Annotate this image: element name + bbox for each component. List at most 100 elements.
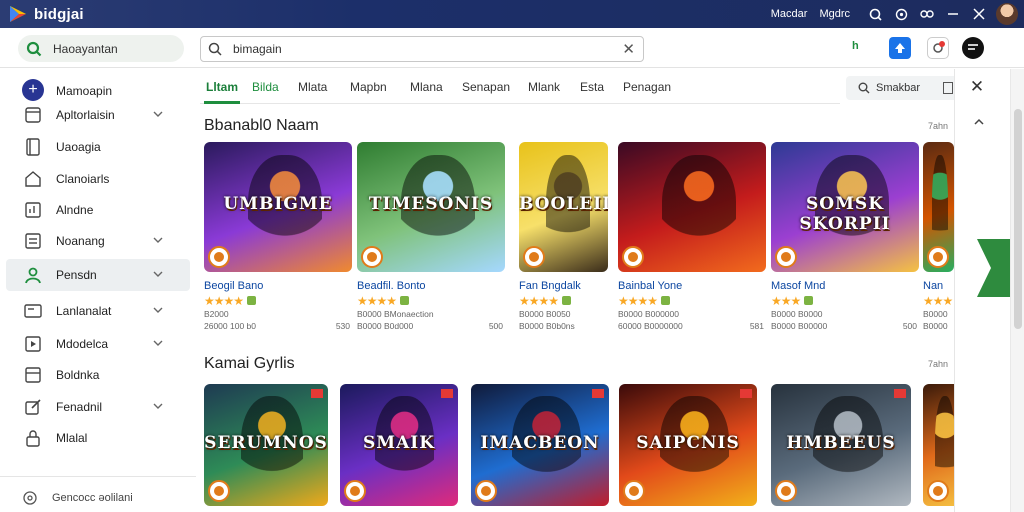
game-thumbnail[interactable]: IMACBEON	[471, 384, 609, 506]
close-panel-icon[interactable]: ✕	[967, 77, 987, 97]
help-icon[interactable]	[862, 0, 888, 28]
chevron-down-icon[interactable]	[152, 337, 164, 349]
tab-4[interactable]: Mapbn	[350, 80, 387, 94]
sidebar-item-2[interactable]: Uaoagia	[6, 131, 190, 163]
green-toggle[interactable]: h	[852, 40, 859, 52]
verified-icon	[400, 296, 410, 305]
notification-icon[interactable]	[927, 37, 949, 59]
sidebar-item-label: Noanang	[56, 234, 105, 248]
game-thumbnail[interactable]	[618, 142, 766, 272]
settings-icon	[23, 491, 37, 505]
sidebar-footer-label: Gencocc əolilani	[52, 492, 133, 504]
tab-3[interactable]: Mlata	[298, 80, 327, 94]
game-thumbnail[interactable]: BOOLEIL	[519, 142, 608, 272]
game-card[interactable]: BOOLEIL Fan Bngdalk ★★★★ B0000 B0050 B0000 B…	[519, 142, 608, 331]
refresh-icon[interactable]	[888, 0, 914, 28]
game-title[interactable]: Beadfil. Bonto	[357, 280, 426, 292]
scrollbar[interactable]	[1010, 69, 1024, 512]
sidebar-item-6[interactable]: Pensdn	[6, 259, 190, 291]
sidebar-item-8[interactable]: Mdodelca	[6, 328, 190, 360]
new-button-label[interactable]: Mamoapin	[56, 84, 112, 98]
user-avatar[interactable]	[996, 3, 1018, 25]
filter-search[interactable]: Smakbar	[846, 76, 958, 100]
developer-badge-icon	[475, 480, 497, 502]
game-logo-text: SERUMNOS	[204, 432, 328, 453]
chevron-down-icon[interactable]	[152, 400, 164, 412]
game-thumbnail[interactable]	[923, 142, 954, 272]
game-card[interactable]: SMAIK	[340, 384, 458, 506]
chevron-down-icon[interactable]	[152, 304, 164, 316]
game-title[interactable]: Beogil Bano	[204, 280, 263, 292]
tab-1[interactable]: Lltam	[203, 80, 241, 104]
share-icon[interactable]	[889, 37, 911, 59]
new-button[interactable]: +	[22, 79, 44, 101]
main-search[interactable]: ✕	[200, 36, 644, 62]
tab-7[interactable]: Mlank	[528, 80, 560, 94]
game-card[interactable]: Bainbal Yone ★★★★ B0000 B000000 60000 B0000…	[618, 142, 766, 331]
sidebar-item-11[interactable]: Mlalal	[6, 422, 190, 454]
link-icon[interactable]	[914, 0, 940, 28]
search-icon	[858, 82, 870, 94]
section-more-2[interactable]: 7ahn	[928, 359, 948, 369]
game-title[interactable]: Nan	[923, 280, 943, 292]
price-label: 530	[335, 321, 350, 331]
sidebar-item-3[interactable]: Clanoiarls	[6, 163, 190, 195]
tab-9[interactable]: Penagan	[623, 80, 671, 94]
developer-badge-icon	[927, 480, 949, 502]
menu-macdar[interactable]: Macdar	[771, 8, 808, 20]
menu-icon[interactable]	[962, 37, 984, 59]
sidebar-item-10[interactable]: Fenadnil	[6, 391, 190, 423]
minimize-icon[interactable]	[940, 0, 966, 28]
app-logo-icon	[8, 5, 30, 23]
clear-search-icon[interactable]: ✕	[622, 40, 635, 58]
sidebar-item-1[interactable]: Apltorlaisin	[6, 99, 190, 131]
game-thumbnail[interactable]: SMAIK	[340, 384, 458, 506]
panel-toggle-icon[interactable]	[943, 82, 953, 94]
bookmark-flag-icon[interactable]	[977, 239, 1011, 297]
game-card[interactable]: UMBIGME Beogil Bano ★★★★ B2000 26000 100 b0 5…	[204, 142, 352, 331]
menu-mgdrc[interactable]: Mgdrc	[819, 8, 850, 20]
game-title[interactable]: Bainbal Yone	[618, 280, 682, 292]
game-card[interactable]: Nan ★★★ B0000 B0000	[923, 142, 966, 331]
search-input[interactable]	[233, 42, 603, 56]
game-thumbnail[interactable]: SOMSK SKORPII	[771, 142, 919, 272]
game-card[interactable]: SERUMNOS	[204, 384, 328, 506]
chevron-up-icon[interactable]	[972, 115, 986, 129]
chevron-down-icon[interactable]	[152, 108, 164, 120]
game-thumbnail[interactable]: UMBIGME	[204, 142, 352, 272]
chevron-down-icon[interactable]	[152, 234, 164, 246]
game-card[interactable]: HMBEEUS	[771, 384, 911, 506]
sidebar-item-7[interactable]: Lanlanalat	[6, 295, 190, 327]
game-thumbnail[interactable]: TIMESONIS	[357, 142, 505, 272]
tab-2[interactable]: Bilda	[252, 80, 279, 94]
tab-5[interactable]: Mlana	[410, 80, 443, 94]
page-icon	[23, 137, 43, 157]
close-icon[interactable]	[966, 0, 992, 28]
chevron-down-icon[interactable]	[152, 268, 164, 280]
section-more-1[interactable]: 7ahn	[928, 121, 948, 131]
hero-art	[932, 155, 948, 259]
game-card[interactable]: SAIPCNIS	[619, 384, 757, 506]
game-meta: B0000 B0050	[519, 309, 571, 319]
sidebar-footer[interactable]: Gencocc əolilani	[22, 490, 133, 506]
sidebar-item-5[interactable]: Noanang	[6, 225, 190, 257]
title-bar: bidgjai Macdar Mgdrc	[0, 0, 1024, 28]
game-logo-text: IMACBEON	[480, 432, 600, 453]
sidebar-item-4[interactable]: Alndne	[6, 194, 190, 226]
verified-icon	[804, 296, 814, 305]
tab-8[interactable]: Esta	[580, 80, 604, 94]
scroll-thumb[interactable]	[1014, 109, 1022, 329]
game-thumbnail[interactable]: SERUMNOS	[204, 384, 328, 506]
game-card[interactable]: IMACBEON	[471, 384, 609, 506]
game-thumbnail[interactable]: HMBEEUS	[771, 384, 911, 506]
sidebar-item-label: Alndne	[56, 203, 94, 217]
game-card[interactable]: SOMSK SKORPII Masof Mnd ★★★ B0000 B0000 B000…	[771, 142, 919, 331]
sidebar-item-9[interactable]: Boldnka	[6, 359, 190, 391]
sidebar-search[interactable]: Haoayantan	[18, 35, 184, 62]
game-card[interactable]: TIMESONIS Beadfil. Bonto ★★★★ B0000 BMonaec…	[357, 142, 505, 331]
game-title[interactable]: Fan Bngdalk	[519, 280, 581, 292]
tab-6[interactable]: Senapan	[462, 80, 510, 94]
tv-icon	[23, 301, 43, 321]
game-thumbnail[interactable]: SAIPCNIS	[619, 384, 757, 506]
game-title[interactable]: Masof Mnd	[771, 280, 825, 292]
